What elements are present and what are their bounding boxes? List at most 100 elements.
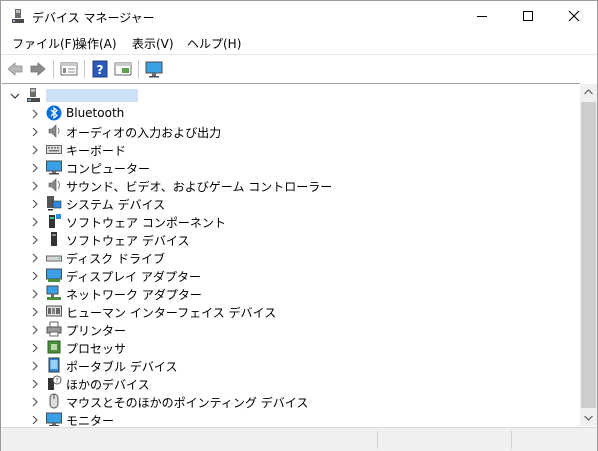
view-icon[interactable] (113, 59, 133, 79)
back-arrow-icon[interactable] (5, 59, 25, 79)
chevron-right-icon[interactable] (30, 108, 40, 119)
scroll-up-button[interactable] (580, 84, 597, 101)
tree-item[interactable]: システム デバイス (2, 194, 580, 212)
chevron-right-icon[interactable] (30, 234, 40, 245)
toolbar-separator (138, 60, 139, 78)
bluetooth-icon (46, 105, 62, 121)
tree-item[interactable]: モニター (2, 410, 580, 426)
tree-item-label: ディスク ドライブ (66, 252, 165, 266)
mouse-icon (46, 393, 62, 409)
tree-item[interactable]: ポータブル デバイス (2, 356, 580, 374)
toolbar-separator (53, 60, 54, 78)
status-panel (511, 431, 597, 449)
tree-item-label: ディスプレイ アダプター (66, 270, 201, 284)
svg-text:?: ? (97, 63, 104, 77)
computer-name-label[interactable] (46, 89, 138, 102)
toolbar: ? (1, 54, 597, 82)
tree-item-label: マウスとそのほかのポインティング デバイス (66, 396, 309, 410)
tree-root[interactable] (2, 86, 580, 104)
tree-item-label: プリンター (66, 324, 127, 338)
scroll-thumb[interactable] (581, 102, 596, 408)
tree-item-label: ソフトウェア デバイス (66, 234, 190, 248)
tree-item-label: ほかのデバイス (66, 378, 150, 392)
menu-view[interactable]: 表示(V) (132, 35, 174, 52)
forward-arrow-icon[interactable] (28, 59, 48, 79)
chevron-right-icon[interactable] (30, 180, 40, 191)
tree-item-label: ポータブル デバイス (66, 360, 178, 374)
tree-item[interactable]: コンピューター (2, 158, 580, 176)
menu-help[interactable]: ヘルプ(H) (187, 35, 241, 52)
tree-item-label: コンピューター (66, 162, 151, 176)
monitor-icon[interactable] (144, 59, 164, 79)
tree-item[interactable]: サウンド、ビデオ、およびゲーム コントローラー (2, 176, 580, 194)
tree-item[interactable]: ネットワーク アダプター (2, 284, 580, 302)
chevron-right-icon[interactable] (30, 126, 40, 137)
chevron-right-icon[interactable] (30, 414, 40, 425)
menu-bar: ファイル(F) 操作(A) 表示(V) ヘルプ(H) (1, 31, 597, 53)
close-icon (568, 10, 580, 22)
scroll-down-button[interactable] (580, 409, 597, 426)
tree-item[interactable]: ? ほかのデバイス (2, 374, 580, 392)
tree-item[interactable]: オーディオの入力および出力 (2, 122, 580, 140)
speaker-icon (46, 123, 62, 139)
minimize-button[interactable] (459, 1, 505, 31)
tree-item[interactable]: ソフトウェア コンポーネント (2, 212, 580, 230)
system-device-icon (46, 195, 62, 211)
chevron-right-icon[interactable] (30, 396, 40, 407)
tree-item[interactable]: ディスプレイ アダプター (2, 266, 580, 284)
display-adapter-icon (46, 267, 62, 283)
printer-icon (46, 321, 62, 337)
tree-item[interactable]: マウスとそのほかのポインティング デバイス (2, 392, 580, 410)
chevron-right-icon[interactable] (30, 144, 40, 155)
chevron-right-icon[interactable] (30, 306, 40, 317)
menu-action[interactable]: 操作(A) (75, 35, 117, 52)
tree-item-label: ソフトウェア コンポーネント (66, 216, 226, 230)
chevron-right-icon[interactable] (30, 198, 40, 209)
tree-item-label: Bluetooth (66, 106, 125, 120)
software-component-icon (46, 213, 62, 229)
maximize-icon (523, 11, 533, 21)
menu-file[interactable]: ファイル(F) (12, 35, 76, 52)
chevron-right-icon[interactable] (30, 162, 40, 173)
chevron-right-icon[interactable] (30, 342, 40, 353)
svg-text:?: ? (55, 378, 58, 385)
status-bar (1, 427, 597, 451)
chevron-right-icon[interactable] (30, 288, 40, 299)
properties-icon[interactable] (59, 59, 79, 79)
close-button[interactable] (551, 1, 597, 31)
toolbar-separator (84, 60, 85, 78)
tree-item[interactable]: ヒューマン インターフェイス デバイス (2, 302, 580, 320)
chevron-right-icon[interactable] (30, 216, 40, 227)
device-tree[interactable]: Bluetooth オーディオの入力および出力キーボードコンピューター サウンド、ビ… (2, 83, 580, 426)
tree-item[interactable]: プロセッサ (2, 338, 580, 356)
chevron-right-icon[interactable] (30, 324, 40, 335)
disk-drive-icon (46, 249, 62, 265)
maximize-button[interactable] (505, 1, 551, 31)
computer-icon (46, 159, 62, 175)
tree-item[interactable]: キーボード (2, 140, 580, 158)
tree-item-label: モニター (66, 414, 115, 426)
chevron-right-icon[interactable] (30, 270, 40, 281)
title-bar: デバイス マネージャー (1, 1, 597, 31)
tree-item-label: システム デバイス (66, 198, 166, 212)
chevron-down-icon (584, 415, 593, 421)
help-icon[interactable]: ? (90, 59, 110, 79)
vertical-scrollbar[interactable] (580, 84, 597, 426)
chevron-right-icon[interactable] (30, 360, 40, 371)
chevron-up-icon (584, 89, 593, 95)
tree-item[interactable]: ディスク ドライブ (2, 248, 580, 266)
chevron-right-icon[interactable] (30, 252, 40, 263)
software-device-icon (46, 231, 62, 247)
computer-root-icon (26, 87, 42, 103)
tree-item[interactable]: Bluetooth (2, 104, 580, 122)
device-manager-window: デバイス マネージャー ファイル(F) 操作(A) 表示(V) ヘルプ(H) ? (0, 0, 598, 451)
tree-item-label: キーボード (66, 144, 127, 158)
tree-item-label: ネットワーク アダプター (66, 288, 202, 302)
tree-item[interactable]: プリンター (2, 320, 580, 338)
chevron-right-icon[interactable] (30, 378, 40, 389)
device-manager-app-icon (10, 8, 26, 24)
other-device-icon: ? (46, 375, 62, 391)
tree-item[interactable]: ソフトウェア デバイス (2, 230, 580, 248)
chevron-down-icon[interactable] (10, 90, 20, 100)
minimize-icon (477, 16, 487, 17)
